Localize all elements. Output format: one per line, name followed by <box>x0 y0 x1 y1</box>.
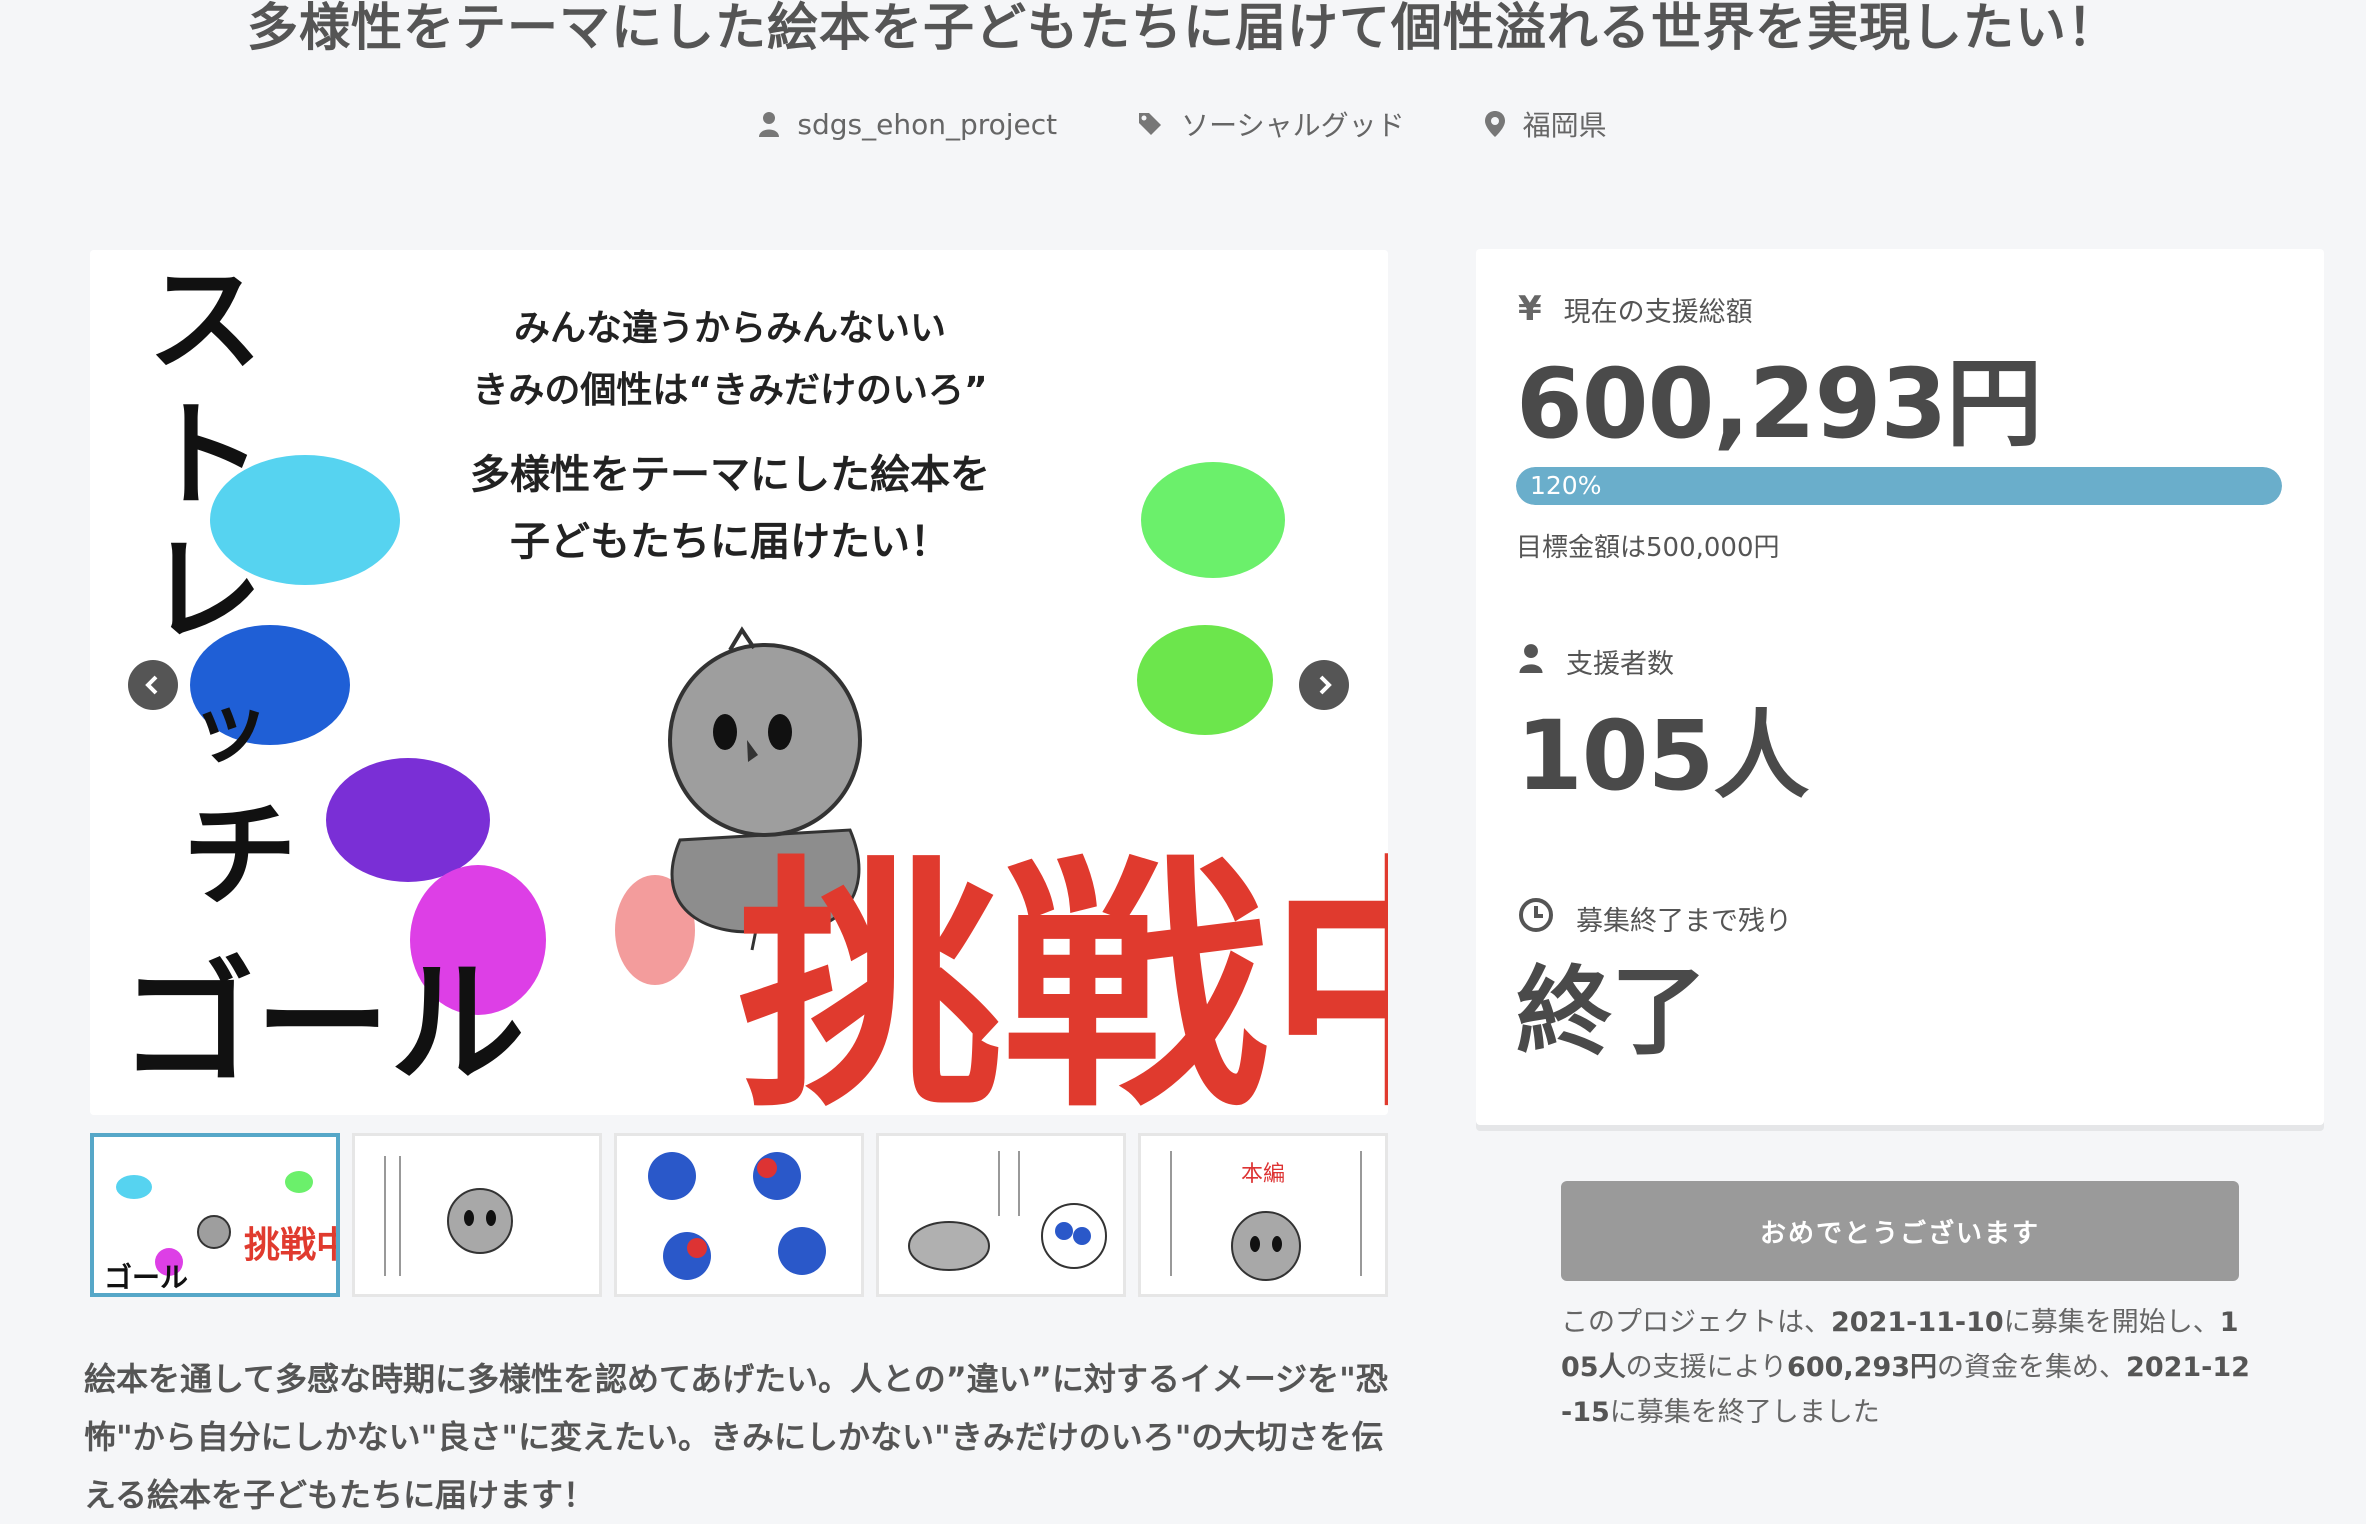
svg-text:本編: 本編 <box>1241 1162 1285 1187</box>
meta-user-name: sdgs_ehon_project <box>797 107 1058 141</box>
hero-line-4: 子どもたちに届けたい！ <box>510 519 950 565</box>
stats-card: ¥ 現在の支援総額 600,293円 120% 目標金額は500,000円 支援… <box>1476 249 2324 1125</box>
amount-label: 現在の支援総額 <box>1563 296 1753 328</box>
remaining-label: 募集終了まで残り <box>1576 906 1792 937</box>
yen-icon: ¥ <box>1518 289 1542 329</box>
backers-label-row: 支援者数 <box>1518 642 1674 681</box>
thumbnail-5[interactable]: 本編 <box>1138 1133 1388 1297</box>
meta-location-label: 福岡県 <box>1522 109 1607 142</box>
project-end-note: このプロジェクトは、2021-11-10に募集を開始し、105人の支援により60… <box>1561 1300 2251 1435</box>
remaining-label-row: 募集終了まで残り <box>1518 897 1792 940</box>
end-note-text: に募集を終了しました <box>1609 1397 1880 1428</box>
hero-line-3: 多様性をテーマにした絵本を <box>470 452 990 498</box>
project-meta: sdgs_ehon_project ソーシャルグッド 福岡県 <box>0 104 2366 144</box>
funding-progress-bar: 120% <box>1516 467 2282 505</box>
hero-challenge-text: 挑戦中 <box>738 832 1389 1115</box>
project-summary: 絵本を通して多感な時期に多様性を認めてあげたい。人との”違い”に対するイメージを… <box>84 1360 1388 1514</box>
end-note-text: の支援により <box>1625 1352 1788 1383</box>
backers-label: 支援者数 <box>1566 649 1674 680</box>
project-key-visual: ス ト レ ッ チ ゴール みんな違うからみんないい きみの個性は“きみだけのい… <box>90 250 1388 1115</box>
meta-category[interactable]: ソーシャルグッド <box>1137 104 1405 144</box>
congratulations-button[interactable]: おめでとうございます <box>1561 1181 2239 1281</box>
svg-text:挑戦中: 挑戦中 <box>244 1224 336 1266</box>
progress-label: 120% <box>1530 471 1602 500</box>
hero-line-1: みんな違うからみんないい <box>514 308 946 349</box>
meta-category-label: ソーシャルグッド <box>1181 109 1405 142</box>
hero-goal-text: ゴール <box>120 943 525 1102</box>
svg-text:ゴール: ゴール <box>104 1261 188 1293</box>
blot-purple <box>326 758 490 882</box>
backers-value: 105人 <box>1516 700 1809 812</box>
end-note-text: に募集を開始し、 <box>2003 1307 2220 1338</box>
start-date: 2021-11-10 <box>1831 1307 2004 1338</box>
clock-icon <box>1518 897 1554 940</box>
blot-green-1 <box>1141 462 1285 578</box>
page-title: 多様性をテーマにした絵本を子どもたちに届けて個性溢れる世界を実現したい！ <box>246 0 2119 58</box>
chevron-right-icon <box>1319 675 1332 695</box>
hero-line-2: きみの個性は“きみだけのいろ” <box>472 370 987 411</box>
thumbnail-1[interactable]: ゴール 挑戦中 <box>90 1133 340 1297</box>
main-image[interactable]: ス ト レ ッ チ ゴール みんな違うからみんないい きみの個性は“きみだけのい… <box>90 250 1388 1115</box>
thumbnail-3[interactable] <box>614 1133 864 1297</box>
tag-icon <box>1137 111 1163 137</box>
progress-fill: 120% <box>1516 467 2282 505</box>
thumbnail-4[interactable] <box>876 1133 1126 1297</box>
end-note-text: の資金を集め、 <box>1937 1352 2127 1383</box>
amount-label-row: ¥ 現在の支援総額 <box>1518 289 1753 329</box>
carousel-prev-button[interactable] <box>128 660 178 710</box>
user-icon <box>759 111 780 137</box>
map-pin-icon <box>1484 111 1505 137</box>
meta-location[interactable]: 福岡県 <box>1484 104 1607 144</box>
end-note-text: このプロジェクトは、 <box>1561 1307 1831 1338</box>
thumbnail-strip: ゴール 挑戦中 <box>90 1133 1390 1298</box>
remaining-value: 終了 <box>1516 956 1707 1068</box>
carousel-next-button[interactable] <box>1299 660 1349 710</box>
thumbnail-2[interactable] <box>352 1133 602 1297</box>
user-icon <box>1518 643 1544 680</box>
blot-green-2 <box>1137 625 1273 735</box>
amount-value: 600,293円 <box>1516 348 2042 460</box>
goal-text: 目標金額は500,000円 <box>1516 533 1780 563</box>
chevron-left-icon <box>145 675 158 695</box>
end-note-amount: 600,293円 <box>1787 1352 1938 1383</box>
meta-user[interactable]: sdgs_ehon_project <box>759 104 1057 144</box>
